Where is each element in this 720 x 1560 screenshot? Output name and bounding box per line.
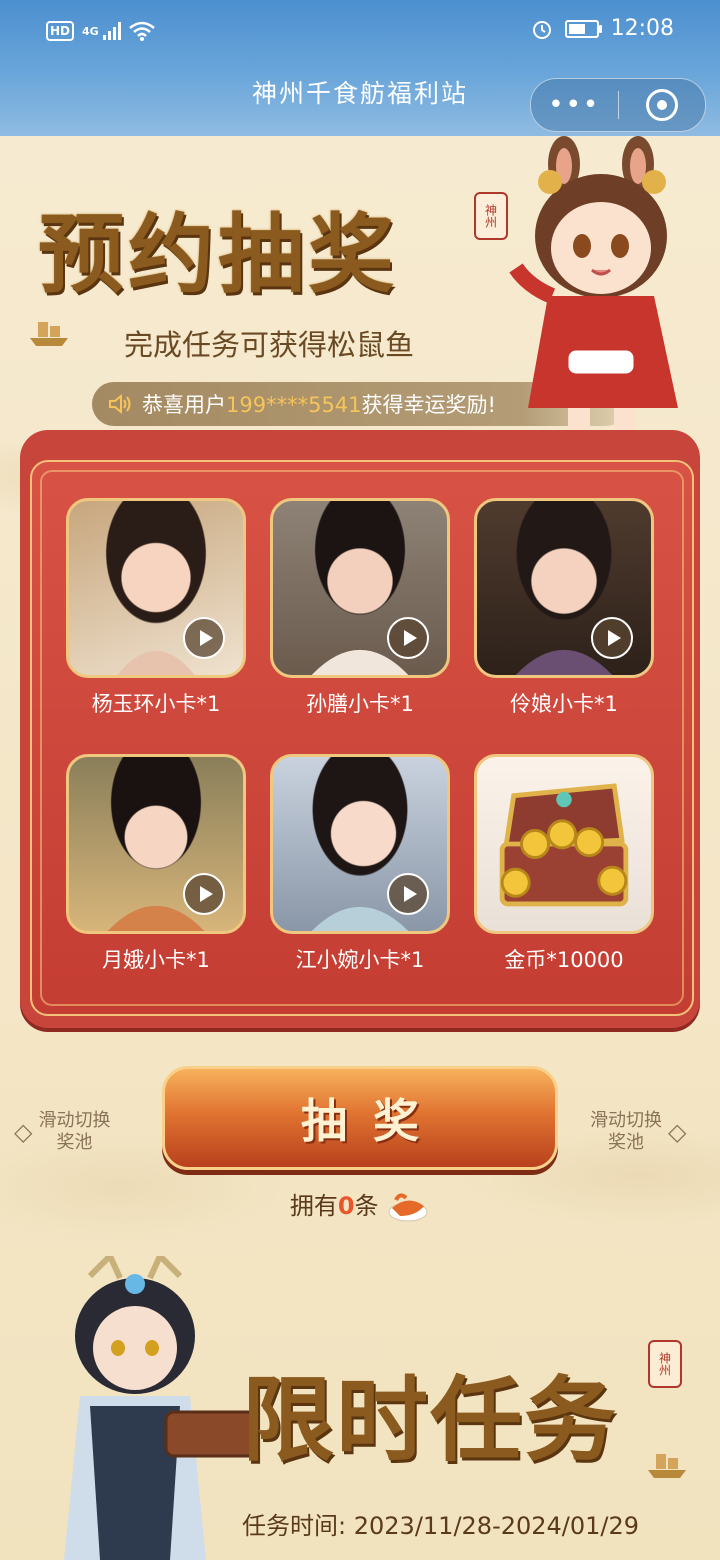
prize-name: 伶娘小卡*1 [510, 692, 618, 716]
task-time-label: 任务时间: [242, 1512, 347, 1540]
prize-card[interactable] [474, 754, 654, 934]
alarm-icon [532, 20, 551, 39]
treasure-chest-icon [499, 783, 629, 907]
clock: 12:08 [610, 16, 674, 41]
boat-icon [648, 1454, 686, 1478]
prize-name: 孙膳小卡*1 [306, 692, 414, 716]
prize-name: 杨玉环小卡*1 [91, 692, 221, 716]
owned-prefix: 拥有 [289, 1192, 338, 1220]
draw-button[interactable]: 抽奖 [162, 1066, 558, 1170]
notice-suffix: 获得幸运奖励! [361, 393, 496, 417]
prize-name: 月娥小卡*1 [102, 948, 210, 972]
swipe-left-line1: 滑动切换 [38, 1110, 111, 1131]
mascot-boy-illustration [64, 1256, 258, 1560]
play-icon[interactable] [387, 873, 429, 915]
prize-item[interactable]: 伶娘小卡*1 [474, 498, 654, 718]
hd-icon: HD [46, 21, 75, 41]
play-icon[interactable] [591, 617, 633, 659]
prize-card[interactable] [474, 498, 654, 678]
prize-card[interactable] [66, 498, 246, 678]
wifi-icon [128, 21, 155, 41]
task-time-range: 2023/11/28-2024/01/29 [353, 1512, 640, 1540]
lottery-title: 预约抽奖 [38, 204, 398, 305]
chevron-right-icon: ◇ [668, 1118, 687, 1146]
prize-item[interactable]: 金币*10000 [474, 754, 654, 974]
prize-card[interactable] [66, 754, 246, 934]
swipe-right-line2: 奖池 [608, 1132, 644, 1153]
close-button[interactable] [619, 89, 706, 121]
swipe-right-line1: 滑动切换 [590, 1110, 662, 1131]
title-bar: HD 4G 12:08 神州千食舫福利站 ••• [0, 0, 720, 136]
notice-user: 199****5541 [226, 393, 362, 417]
owned-count-value: 0 [337, 1192, 355, 1220]
speaker-icon [109, 393, 131, 415]
signal-icon [102, 22, 121, 40]
draw-button-label: 抽奖 [301, 1094, 445, 1148]
status-bar-left: HD 4G [46, 18, 155, 44]
squirrel-fish-icon [388, 1193, 428, 1222]
battery-icon [564, 19, 602, 38]
swipe-next-pool[interactable]: 滑动切换 奖池 ◇ [590, 1110, 686, 1154]
status-bar-right: 12:08 [531, 16, 674, 41]
prize-card[interactable] [270, 754, 450, 934]
prize-item[interactable]: 杨玉环小卡*1 [66, 498, 246, 718]
lottery-subtitle: 完成任务可获得松鼠鱼 [124, 328, 415, 362]
mini-program-capsule: ••• [530, 78, 706, 132]
chevron-left-icon: ◇ [14, 1118, 33, 1146]
boat-icon [30, 322, 68, 346]
swipe-prev-pool[interactable]: ◇ 滑动切换 奖池 [14, 1110, 110, 1154]
prize-item[interactable]: 月娥小卡*1 [66, 754, 246, 974]
play-icon[interactable] [183, 873, 225, 915]
notice-prefix: 恭喜用户 [142, 393, 226, 417]
close-icon [645, 89, 678, 121]
play-icon[interactable] [387, 617, 429, 659]
owned-count: 拥有0条 [0, 1186, 720, 1224]
prize-card[interactable] [270, 498, 450, 678]
swipe-left-line2: 奖池 [56, 1132, 93, 1153]
seal-stamp: 神州 [648, 1340, 682, 1388]
seal-stamp: 神州 [474, 192, 508, 240]
task-time: 任务时间: 2023/11/28-2024/01/29 [242, 1506, 639, 1541]
more-options-button[interactable]: ••• [531, 79, 618, 131]
owned-suffix: 条 [354, 1192, 379, 1220]
prize-name: 金币*10000 [504, 948, 624, 972]
tasks-title: 限时任务 [242, 1366, 619, 1474]
prize-item[interactable]: 孙膳小卡*1 [270, 498, 450, 718]
prize-item[interactable]: 江小婉小卡*1 [270, 754, 450, 974]
prize-name: 江小婉小卡*1 [295, 948, 425, 972]
play-icon[interactable] [183, 617, 225, 659]
network-type: 4G [82, 24, 99, 38]
